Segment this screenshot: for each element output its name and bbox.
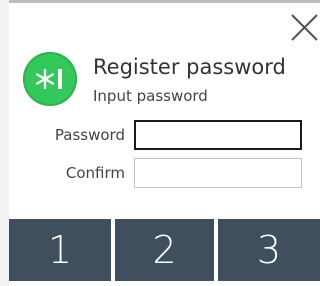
close-icon: [291, 14, 318, 41]
numeric-keypad: 1 2 3: [9, 219, 320, 286]
confirm-field[interactable]: [134, 158, 302, 188]
confirm-label: Confirm: [65, 164, 125, 182]
dialog-title: Register password: [93, 55, 286, 79]
password-key-icon: [23, 52, 77, 106]
keypad-key-1[interactable]: 1: [9, 219, 111, 281]
dialog-subtitle: Input password: [93, 87, 208, 105]
register-password-dialog: Register password Input password Passwor…: [9, 0, 320, 286]
keypad-key-3[interactable]: 3: [218, 219, 320, 281]
keypad-key-2[interactable]: 2: [115, 219, 214, 281]
password-label: Password: [54, 126, 125, 144]
password-field[interactable]: [134, 120, 302, 150]
dialog-top-border: [9, 0, 320, 3]
close-button[interactable]: [289, 12, 320, 43]
